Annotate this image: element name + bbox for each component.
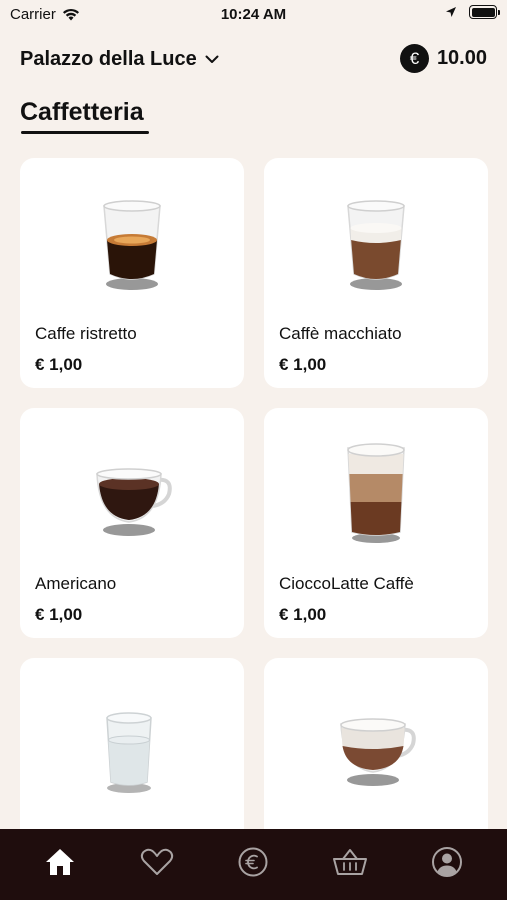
section-title[interactable]: Caffetteria xyxy=(20,98,144,127)
heart-icon xyxy=(140,848,174,875)
chevron-down-icon xyxy=(205,55,219,63)
euro-icon: € xyxy=(399,44,429,73)
header: Palazzo della Luce € 10.00 xyxy=(20,42,487,78)
product-name: Americano xyxy=(35,574,117,593)
product-price: € 1,00 xyxy=(279,605,327,624)
location-label: Palazzo della Luce xyxy=(20,48,197,70)
home-icon xyxy=(46,848,75,875)
cappuccino-cup-icon xyxy=(264,688,488,798)
water-glass-icon xyxy=(20,688,244,798)
tab-basket[interactable] xyxy=(320,837,380,887)
product-name: CioccoLatte Caffè xyxy=(279,574,414,593)
product-name: Caffe ristretto xyxy=(35,324,137,343)
euro-coin-icon xyxy=(238,847,268,876)
product-card[interactable]: Caffe ristretto € 1,00 xyxy=(20,158,244,388)
battery-icon xyxy=(469,5,500,19)
section-title-underline xyxy=(21,131,149,134)
product-price: € 1,00 xyxy=(35,605,83,624)
product-price: € 1,00 xyxy=(279,355,327,374)
tab-bar xyxy=(0,829,507,900)
tab-profile[interactable] xyxy=(417,837,477,887)
americano-cup-icon xyxy=(20,438,244,548)
status-bar: Carrier 10:24 AM xyxy=(0,0,507,30)
product-card[interactable]: Americano € 1,00 xyxy=(20,408,244,638)
tab-home[interactable] xyxy=(30,837,90,887)
tab-favorites[interactable] xyxy=(127,837,187,887)
balance-amount: 10.00 xyxy=(436,47,487,69)
product-name: Caffè macchiato xyxy=(279,324,402,343)
product-price: € 1,00 xyxy=(35,355,83,374)
wallet-balance[interactable]: € 10.00 xyxy=(399,44,487,73)
location-arrow-icon xyxy=(446,7,456,17)
tab-wallet[interactable] xyxy=(223,837,283,887)
clock: 10:24 AM xyxy=(220,6,287,23)
currency-symbol: € xyxy=(409,48,420,68)
location-selector[interactable]: Palazzo della Luce xyxy=(20,48,219,71)
macchiato-glass-icon xyxy=(264,188,488,298)
tall-latte-glass-icon xyxy=(264,438,488,548)
basket-icon xyxy=(333,848,368,875)
product-card[interactable]: Caffè macchiato € 1,00 xyxy=(264,158,488,388)
profile-icon xyxy=(431,846,462,877)
product-card[interactable]: CioccoLatte Caffè € 1,00 xyxy=(264,408,488,638)
espresso-glass-icon xyxy=(20,188,244,298)
